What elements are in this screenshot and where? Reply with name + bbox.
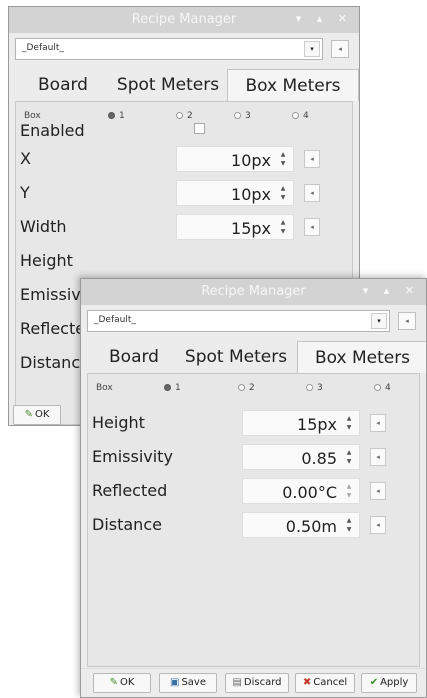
enabled-row: Enabled (16, 120, 352, 142)
apply-button[interactable]: ✔ Apply (361, 673, 417, 693)
title-bar[interactable]: Recipe Manager ▾ ▴ ✕ (81, 279, 426, 305)
field-label: Height (20, 251, 73, 270)
tab-spot-meters[interactable]: Spot Meters (177, 341, 295, 373)
save-button[interactable]: ▣ Save (159, 673, 217, 693)
spin-arrows-icon[interactable]: ▲ ▼ (341, 414, 357, 432)
recipe-manager-window-front: Recipe Manager ▾ ▴ ✕ _Default_ ▾ ◂ Board… (80, 278, 427, 698)
ok-icon: ✎ (109, 677, 118, 688)
tab-bar: Board Spot Meters Box Meters (9, 69, 359, 101)
preset-menu-button[interactable]: ◂ (398, 312, 416, 330)
radio-dot-icon (234, 112, 241, 119)
box-radio-2[interactable]: 2 (238, 383, 255, 393)
emissivity-spinbox[interactable]: 0.85 ▲ ▼ (242, 444, 360, 470)
box-selector: Box 1 2 3 4 (88, 374, 419, 400)
button-bar: ✎ OK ▣ Save ▤ Discard ✖ Cancel ✔ Apply (81, 668, 426, 697)
preset-dropdown[interactable]: _Default_ ▾ (15, 38, 323, 60)
save-icon: ▣ (170, 677, 180, 688)
reset-button[interactable]: ◂ (304, 218, 320, 236)
reset-button[interactable]: ◂ (370, 414, 386, 432)
field-label: Width (20, 217, 67, 236)
field-label: Distance (92, 515, 162, 534)
reset-button[interactable]: ◂ (304, 184, 320, 202)
y-spinbox[interactable]: 10px ▲ ▼ (176, 180, 294, 206)
preset-row: _Default_ ▾ ◂ (15, 38, 353, 62)
box-meters-panel: Box 1 2 3 4 Height 15px ▲ ▼ ◂ Emissivity 0… (87, 373, 420, 667)
field-label: Height (92, 413, 145, 432)
field-row-width: Width 15px ▲ ▼ ◂ (16, 210, 352, 244)
tab-spot-meters[interactable]: Spot Meters (109, 69, 227, 101)
tab-bar: Board Spot Meters Box Meters (81, 341, 426, 373)
cancel-icon: ✖ (302, 677, 312, 688)
spin-arrows-icon[interactable]: ▲ ▼ (275, 184, 291, 202)
spin-arrows-icon[interactable]: ▲ ▼ (341, 448, 357, 466)
ok-button[interactable]: ✎ OK (13, 405, 61, 425)
radio-dot-icon (292, 112, 299, 119)
discard-button[interactable]: ▤ Discard (225, 673, 289, 693)
field-row-x: X 10px ▲ ▼ ◂ (16, 142, 352, 176)
reflected-spinbox[interactable]: 0.00°C ▲ ▼ (242, 478, 360, 504)
spin-arrows-icon[interactable]: ▲ ▼ (275, 218, 291, 236)
field-row-y: Y 10px ▲ ▼ ◂ (16, 176, 352, 210)
field-row-height: Height (16, 244, 352, 278)
apply-icon: ✔ (369, 677, 379, 688)
field-label: Y (20, 183, 30, 202)
field-row-height: Height 15px ▲ ▼ ◂ (88, 406, 419, 440)
title-bar[interactable]: Recipe Manager ▾ ▴ ✕ (9, 7, 359, 33)
radio-dot-icon (374, 384, 381, 391)
enabled-label: Enabled (20, 121, 85, 140)
radio-dot-icon (164, 384, 171, 391)
field-row-emissivity: Emissivity 0.85 ▲ ▼ ◂ (88, 440, 419, 474)
radio-dot-icon (238, 384, 245, 391)
width-spinbox[interactable]: 15px ▲ ▼ (176, 214, 294, 240)
preset-value: _Default_ (94, 315, 136, 325)
radio-dot-icon (108, 112, 115, 119)
tab-box-meters[interactable]: Box Meters (227, 69, 359, 101)
chevron-down-icon[interactable]: ▾ (371, 313, 387, 329)
height-spinbox[interactable]: 15px ▲ ▼ (242, 410, 360, 436)
reset-button[interactable]: ◂ (304, 150, 320, 168)
chevron-down-icon[interactable]: ▾ (304, 41, 320, 57)
preset-menu-button[interactable]: ◂ (331, 40, 349, 58)
box-radio-1[interactable]: 1 (164, 383, 181, 393)
field-label: Emissivity (92, 447, 173, 466)
tab-board[interactable]: Board (23, 69, 103, 101)
box-label: Box (96, 383, 113, 393)
reset-button[interactable]: ◂ (370, 516, 386, 534)
tab-box-meters[interactable]: Box Meters (297, 341, 426, 373)
enabled-checkbox[interactable] (194, 123, 205, 134)
cancel-button[interactable]: ✖ Cancel (295, 673, 355, 693)
spin-arrows-icon[interactable]: ▲ ▼ (341, 482, 357, 500)
tab-board[interactable]: Board (95, 341, 173, 373)
distance-spinbox[interactable]: 0.50m ▲ ▼ (242, 512, 360, 538)
field-label: Reflected (92, 481, 168, 500)
preset-dropdown[interactable]: _Default_ ▾ (87, 310, 390, 332)
ok-icon: ✎ (24, 409, 33, 420)
x-spinbox[interactable]: 10px ▲ ▼ (176, 146, 294, 172)
preset-row: _Default_ ▾ ◂ (87, 310, 420, 334)
field-row-distance: Distance 0.50m ▲ ▼ ◂ (88, 508, 419, 542)
spin-arrows-icon[interactable]: ▲ ▼ (275, 150, 291, 168)
box-radio-3[interactable]: 3 (306, 383, 323, 393)
window-controls[interactable]: ▾ ▴ ✕ (296, 12, 353, 25)
reset-button[interactable]: ◂ (370, 448, 386, 466)
radio-dot-icon (176, 112, 183, 119)
field-row-reflected: Reflected 0.00°C ▲ ▼ ◂ (88, 474, 419, 508)
radio-dot-icon (306, 384, 313, 391)
box-radio-4[interactable]: 4 (374, 383, 391, 393)
ok-button[interactable]: ✎ OK (93, 673, 151, 693)
preset-value: _Default_ (22, 43, 64, 53)
discard-icon: ▤ (232, 677, 242, 688)
spin-arrows-icon[interactable]: ▲ ▼ (341, 516, 357, 534)
field-label: X (20, 149, 31, 168)
reset-button[interactable]: ◂ (370, 482, 386, 500)
window-controls[interactable]: ▾ ▴ ✕ (363, 284, 420, 297)
